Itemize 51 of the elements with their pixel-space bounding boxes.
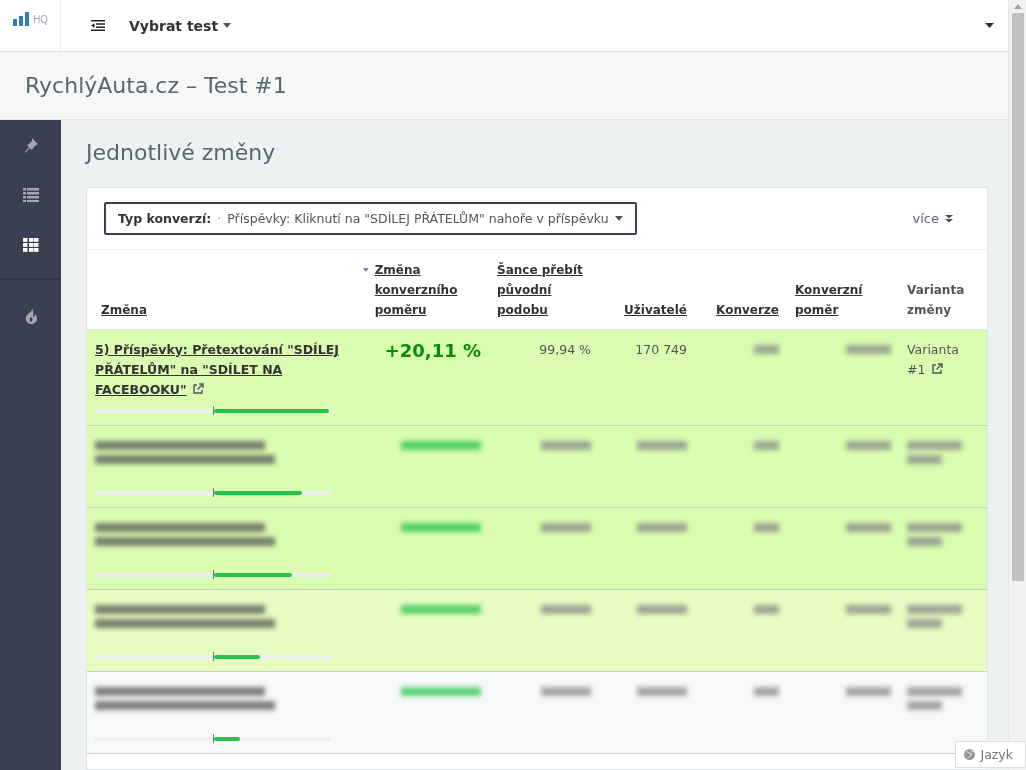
caret-icon [614, 216, 623, 221]
double-caret-icon [945, 214, 953, 223]
blurred-text [846, 523, 891, 532]
filter-marker: · [217, 211, 222, 226]
scrollbar-thumb[interactable] [1011, 13, 1024, 581]
conversion-type-select[interactable]: Typ konverzí: · Příspěvky: Kliknutí na "SDÍLEJ PŘÁTELŮM" nahoře v příspěvku [104, 202, 637, 235]
pin-icon [22, 137, 39, 153]
blurred-text [541, 523, 591, 532]
sort-descending-icon[interactable] [363, 267, 369, 273]
more-button[interactable]: více [906, 210, 959, 227]
blurred-text [541, 441, 591, 450]
logo-label: HQ [33, 12, 49, 26]
column-header[interactable]: Konverzní poměr [795, 280, 891, 320]
test-select-menu[interactable]: Vybrat test [129, 17, 232, 34]
blurred-text [846, 441, 891, 450]
column-header[interactable]: Změna konverzního poměru [374, 260, 481, 320]
column-header[interactable]: Změna [101, 300, 147, 320]
external-link-icon[interactable] [192, 383, 205, 395]
blurred-text [754, 523, 779, 532]
grid-icon [22, 238, 39, 252]
column-header[interactable]: Šance přebít původní podobu [497, 260, 591, 320]
blurred-text [846, 687, 891, 696]
blurred-text [637, 605, 687, 614]
blurred-text [754, 441, 779, 450]
caret-icon [223, 23, 232, 28]
column-header: Varianta změny [907, 282, 966, 319]
language-button[interactable]: Jazyk [955, 741, 1026, 768]
rate-change-value: +20,11 % [384, 340, 481, 361]
flame-icon [23, 308, 38, 324]
list-icon [22, 188, 39, 202]
blurred-text [541, 605, 591, 614]
blurred-text [846, 605, 891, 614]
menu-toggle-icon[interactable] [91, 20, 105, 31]
blurred-text [846, 345, 891, 354]
external-link-icon[interactable] [931, 363, 944, 375]
blurred-text [637, 523, 687, 532]
users-value: 170 749 [635, 341, 687, 359]
blurred-text [754, 345, 779, 354]
chance-value: 99,94 % [539, 341, 591, 359]
globe-icon [964, 749, 976, 760]
section-title: Jednotlivé změny [86, 140, 277, 165]
column-header[interactable]: Konverze [716, 300, 779, 320]
caret-icon[interactable] [985, 23, 994, 28]
blurred-text [541, 687, 591, 696]
bar-chart-logo[interactable] [13, 12, 30, 26]
blurred-text [754, 687, 779, 696]
blurred-text [637, 441, 687, 450]
page-title: RychlýAuta.cz – Test #1 [25, 73, 287, 98]
blurred-text [637, 687, 687, 696]
column-header[interactable]: Uživatelé [624, 300, 687, 320]
blurred-text [754, 605, 779, 614]
